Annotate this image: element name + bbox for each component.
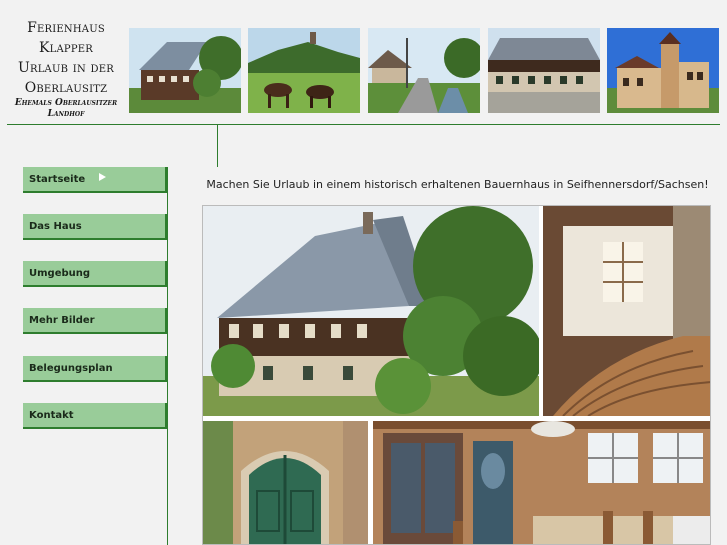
photo-villa-tower — [607, 28, 719, 113]
vertical-divider — [217, 124, 218, 167]
site-subtitle-line: Ehemals Oberlausitzer — [14, 98, 118, 108]
site-title-line: Oberlausitz — [24, 80, 108, 96]
nav-item-belegungsplan[interactable]: Belegungsplan — [23, 356, 168, 382]
site-subtitle-line: Landhof — [47, 109, 85, 119]
photo-dining-room — [373, 421, 710, 544]
photo-farmhouse-front — [488, 28, 600, 113]
site-title-line: Ferienhaus — [27, 20, 105, 36]
nav-item-label: Das Haus — [29, 221, 82, 232]
photo-horses-meadow — [248, 28, 360, 113]
nav-item-label: Belegungsplan — [29, 363, 113, 374]
photo-village-street — [368, 28, 480, 113]
photo-staircase — [543, 206, 710, 416]
header-divider — [7, 124, 720, 125]
nav-item-das-haus[interactable]: Das Haus — [23, 214, 168, 240]
nav-item-label: Kontakt — [29, 410, 74, 421]
arrow-right-icon — [99, 173, 107, 181]
nav-item-startseite[interactable]: Startseite — [23, 167, 168, 193]
site-title-line: Urlaub in der — [17, 60, 114, 76]
photo-collage — [202, 205, 711, 545]
nav-item-label: Umgebung — [29, 268, 91, 279]
nav-item-label: Startseite — [29, 174, 86, 185]
nav-item-umgebung[interactable]: Umgebung — [23, 261, 168, 287]
page-tagline: Machen Sie Urlaub in einem historisch er… — [206, 178, 709, 191]
site-title-line: Klapper — [38, 40, 93, 56]
nav-item-kontakt[interactable]: Kontakt — [23, 403, 168, 429]
photo-green-door — [203, 421, 368, 544]
photo-house-exterior — [203, 206, 539, 416]
nav-item-label: Mehr Bilder — [29, 315, 95, 326]
photo-farmhouse-exterior — [129, 28, 241, 113]
site-title: Ferienhaus Klapper Urlaub in der Oberlau… — [10, 18, 122, 120]
nav-item-mehr-bilder[interactable]: Mehr Bilder — [23, 308, 168, 334]
